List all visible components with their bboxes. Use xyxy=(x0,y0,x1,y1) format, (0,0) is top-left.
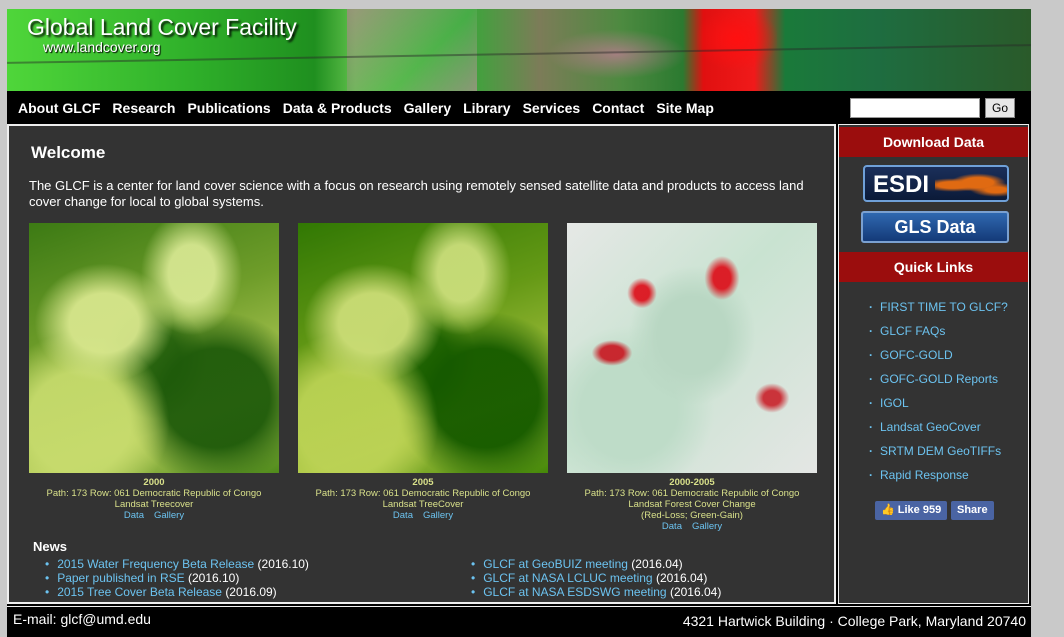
quick-links-list: FIRST TIME TO GLCF? GLCF FAQs GOFC-GOLD … xyxy=(869,300,1008,492)
quick-link-item: IGOL xyxy=(869,396,1008,420)
figure-location: Path: 173 Row: 061 Democratic Republic o… xyxy=(584,488,800,499)
news-link[interactable]: 2015 Tree Cover Beta Release xyxy=(57,585,222,599)
quick-link-igol[interactable]: IGOL xyxy=(880,396,909,410)
news-item: Paper published in RSE (2016.10) xyxy=(45,571,309,585)
footer-email[interactable]: E-mail: glcf@umd.edu xyxy=(13,611,151,627)
news-link[interactable]: Paper published in RSE xyxy=(57,571,184,585)
figure-gallery-link[interactable]: Gallery xyxy=(423,510,453,521)
news-item: GLCF at NASA LCLUC meeting (2016.04) xyxy=(471,571,721,585)
forest-change-image[interactable] xyxy=(567,223,817,473)
site-banner: Global Land Cover Facility www.landcover… xyxy=(7,9,1031,91)
figure-location: Path: 173 Row: 061 Democratic Republic o… xyxy=(315,488,531,499)
figure-caption: 2000-2005 Path: 173 Row: 061 Democratic … xyxy=(552,477,832,532)
figure-gallery-link[interactable]: Gallery xyxy=(692,521,722,532)
quick-link-landsat-geocover[interactable]: Landsat GeoCover xyxy=(880,420,981,434)
figure-data-link[interactable]: Data xyxy=(124,510,144,521)
world-map-icon xyxy=(935,173,1007,197)
treecover-2005-image[interactable] xyxy=(298,223,548,473)
quick-link-srtm-dem[interactable]: SRTM DEM GeoTIFFs xyxy=(880,444,1001,458)
banner-imagery xyxy=(347,9,477,91)
quick-link-first-time[interactable]: FIRST TIME TO GLCF? xyxy=(880,300,1008,314)
esdi-button[interactable]: ESDI xyxy=(863,165,1009,202)
news-link[interactable]: 2015 Water Frequency Beta Release xyxy=(57,557,254,571)
quick-link-item: FIRST TIME TO GLCF? xyxy=(869,300,1008,324)
nav-item-site-map[interactable]: Site Map xyxy=(656,100,714,116)
figure-product: Landsat TreeCover xyxy=(382,499,464,510)
quick-link-item: GOFC-GOLD Reports xyxy=(869,372,1008,396)
quick-link-item: GOFC-GOLD xyxy=(869,348,1008,372)
banner-imagery xyxy=(697,9,777,69)
news-date: (2016.10) xyxy=(187,571,240,585)
figure-year: 2005 xyxy=(412,477,434,488)
news-date: (2016.04) xyxy=(631,557,683,571)
quick-links-heading: Quick Links xyxy=(839,252,1028,282)
news-item: GLCF at GeoBUIZ meeting (2016.04) xyxy=(471,557,721,571)
gls-data-button[interactable]: GLS Data xyxy=(861,211,1009,243)
news-date: (2016.10) xyxy=(257,557,309,571)
news-date: (2016.04) xyxy=(655,571,708,585)
nav-item-publications[interactable]: Publications xyxy=(187,100,270,116)
nav-item-about[interactable]: About GLCF xyxy=(18,100,100,116)
quick-link-item: Rapid Response xyxy=(869,468,1008,492)
intro-text: The GLCF is a center for land cover scie… xyxy=(29,178,804,209)
facebook-like-button[interactable]: 👍 Like 959 xyxy=(875,501,948,520)
figure-year: 2000 xyxy=(143,477,165,488)
footer: E-mail: glcf@umd.edu 4321 Hartwick Build… xyxy=(7,606,1031,637)
news-item: GLCF at NASA ESDSWG meeting (2016.04) xyxy=(471,585,721,599)
figure-caption: 2000 Path: 173 Row: 061 Democratic Repub… xyxy=(14,477,294,521)
quick-link-item: Landsat GeoCover xyxy=(869,420,1008,444)
news-title: News xyxy=(33,539,67,554)
figure-location: Path: 173 Row: 061 Democratic Republic o… xyxy=(46,488,262,499)
search-input[interactable] xyxy=(850,98,980,118)
page: Global Land Cover Facility www.landcover… xyxy=(7,9,1031,637)
site-url[interactable]: www.landcover.org xyxy=(43,39,161,55)
welcome-title: Welcome xyxy=(31,143,106,162)
quick-link-rapid-response[interactable]: Rapid Response xyxy=(880,468,969,482)
figure-product: Landsat Forest Cover Change xyxy=(628,499,756,510)
nav-item-research[interactable]: Research xyxy=(112,100,175,116)
quick-link-gofc-gold-reports[interactable]: GOFC-GOLD Reports xyxy=(880,372,998,386)
esdi-label: ESDI xyxy=(873,171,930,198)
sidebar: Download Data ESDI GLS Data Quick Links … xyxy=(838,124,1029,604)
nav-item-services[interactable]: Services xyxy=(523,100,581,116)
download-data-heading: Download Data xyxy=(839,127,1028,157)
news-list: GLCF at GeoBUIZ meeting (2016.04) GLCF a… xyxy=(471,557,721,599)
news-date: (2016.04) xyxy=(669,585,722,599)
quick-link-gofc-gold[interactable]: GOFC-GOLD xyxy=(880,348,953,362)
thumbs-up-icon: 👍 xyxy=(881,504,898,516)
main-navigation: About GLCF Research Publications Data & … xyxy=(7,95,1031,123)
site-title[interactable]: Global Land Cover Facility xyxy=(27,14,297,41)
news-date: (2016.09) xyxy=(225,585,277,599)
facebook-share-button[interactable]: Share xyxy=(951,501,994,520)
nav-item-library[interactable]: Library xyxy=(463,100,510,116)
figure-gallery-link[interactable]: Gallery xyxy=(154,510,184,521)
news-link[interactable]: GLCF at NASA ESDSWG meeting xyxy=(483,585,666,599)
news-link[interactable]: GLCF at GeoBUIZ meeting xyxy=(483,557,628,571)
figure-legend: (Red-Loss; Green-Gain) xyxy=(641,510,743,521)
figure-caption: 2005 Path: 173 Row: 061 Democratic Repub… xyxy=(283,477,563,521)
quick-link-item: GLCF FAQs xyxy=(869,324,1008,348)
news-list: 2015 Water Frequency Beta Release (2016.… xyxy=(45,557,309,599)
news-item: 2015 Tree Cover Beta Release (2016.09) xyxy=(45,585,309,599)
treecover-2000-image[interactable] xyxy=(29,223,279,473)
nav-item-data-products[interactable]: Data & Products xyxy=(283,100,392,116)
search-go-button[interactable]: Go xyxy=(985,98,1015,118)
nav-item-contact[interactable]: Contact xyxy=(592,100,644,116)
like-label: Like 959 xyxy=(897,504,942,516)
nav-item-gallery[interactable]: Gallery xyxy=(404,100,451,116)
main-content: Welcome The GLCF is a center for land co… xyxy=(7,124,836,604)
quick-link-item: SRTM DEM GeoTIFFs xyxy=(869,444,1008,468)
news-item: 2015 Water Frequency Beta Release (2016.… xyxy=(45,557,309,571)
figure-product: Landsat Treecover xyxy=(114,499,194,510)
news-link[interactable]: GLCF at NASA LCLUC meeting xyxy=(483,571,652,585)
figure-data-link[interactable]: Data xyxy=(662,521,682,532)
figure-data-link[interactable]: Data xyxy=(393,510,413,521)
quick-link-faqs[interactable]: GLCF FAQs xyxy=(880,324,945,338)
figure-year: 2000-2005 xyxy=(669,477,715,488)
footer-address: 4321 Hartwick Building · College Park, M… xyxy=(682,613,1026,629)
